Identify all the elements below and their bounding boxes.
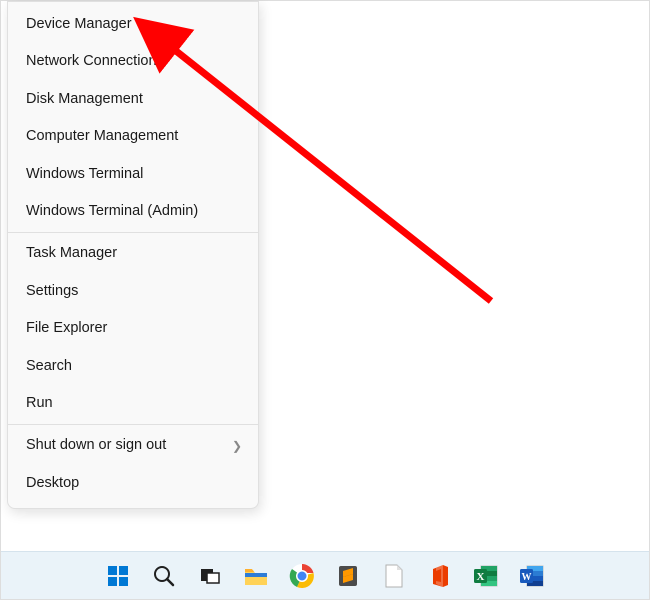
menu-item-label: Device Manager [26,16,132,33]
menu-divider [8,232,258,233]
office-icon [428,563,452,589]
menu-item-settings[interactable]: Settings [8,273,258,310]
menu-item-label: Shut down or sign out [26,437,166,454]
word-icon: W [519,564,545,588]
menu-item-search[interactable]: Search [8,348,258,385]
menu-item-label: Settings [26,283,78,300]
menu-divider [8,424,258,425]
notepad-button[interactable] [374,556,414,596]
svg-text:W: W [522,572,532,583]
menu-item-label: File Explorer [26,320,107,337]
chrome-button[interactable] [282,556,322,596]
winx-context-menu: Device Manager Network Connections Disk … [7,1,259,509]
menu-item-run[interactable]: Run [8,385,258,422]
chrome-icon [289,563,315,589]
sublime-text-icon [336,564,360,588]
menu-item-file-explorer[interactable]: File Explorer [8,310,258,347]
menu-item-desktop[interactable]: Desktop [8,465,258,502]
menu-item-label: Search [26,358,72,375]
document-icon [383,563,405,589]
task-view-button[interactable] [190,556,230,596]
menu-item-label: Run [26,395,53,412]
search-button[interactable] [144,556,184,596]
menu-item-shut-down-or-sign-out[interactable]: Shut down or sign out ❯ [8,427,258,464]
task-view-icon [198,564,222,588]
office-button[interactable] [420,556,460,596]
sublime-text-button[interactable] [328,556,368,596]
svg-text:X: X [477,571,485,583]
folder-icon [243,564,269,588]
file-explorer-button[interactable] [236,556,276,596]
taskbar: X W [1,551,649,599]
menu-item-label: Computer Management [26,128,178,145]
menu-item-label: Network Connections [26,53,164,70]
word-button[interactable]: W [512,556,552,596]
menu-item-computer-management[interactable]: Computer Management [8,118,258,155]
menu-item-network-connections[interactable]: Network Connections [8,43,258,80]
start-button[interactable] [98,556,138,596]
menu-item-windows-terminal-admin[interactable]: Windows Terminal (Admin) [8,193,258,230]
menu-item-device-manager[interactable]: Device Manager [8,6,258,43]
menu-item-label: Desktop [26,475,79,492]
menu-item-label: Windows Terminal [26,166,143,183]
menu-item-label: Disk Management [26,91,143,108]
menu-item-label: Windows Terminal (Admin) [26,203,198,220]
excel-icon: X [473,564,499,588]
search-icon [152,564,176,588]
menu-item-label: Task Manager [26,245,117,262]
excel-button[interactable]: X [466,556,506,596]
menu-item-task-manager[interactable]: Task Manager [8,235,258,272]
chevron-right-icon: ❯ [232,439,242,453]
menu-item-windows-terminal[interactable]: Windows Terminal [8,156,258,193]
windows-logo-icon [106,564,130,588]
menu-item-disk-management[interactable]: Disk Management [8,81,258,118]
